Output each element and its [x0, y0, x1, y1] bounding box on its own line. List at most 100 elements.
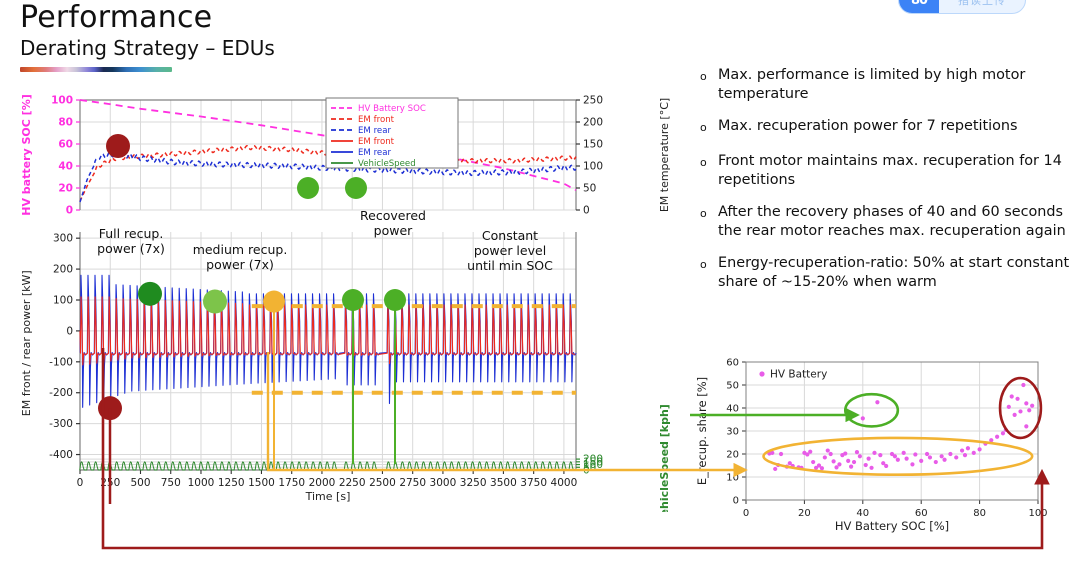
svg-text:EM front: EM front [358, 115, 395, 125]
svg-text:1500: 1500 [248, 477, 275, 489]
timeseries-svg: 020406080100050100150200250HV battery SO… [20, 94, 671, 512]
marker-green-temp-1 [297, 177, 319, 199]
svg-text:1250: 1250 [218, 477, 245, 489]
svg-text:60: 60 [58, 139, 73, 151]
list-item: o Energy-recuperation-ratio: 50% at star… [700, 254, 1072, 291]
svg-text:100: 100 [53, 295, 73, 307]
bullet-marker-icon: o [700, 258, 707, 271]
watermark-badge[interactable]: 80 指读上传 [898, 0, 1026, 14]
svg-text:HV Battery SOC: HV Battery SOC [358, 104, 426, 114]
svg-text:Constant: Constant [482, 228, 538, 243]
bullet-text: Energy-recuperation-ratio: 50% at start … [718, 255, 1070, 290]
svg-text:20: 20 [58, 183, 73, 195]
svg-text:-200: -200 [49, 387, 73, 399]
svg-text:power level: power level [474, 243, 546, 258]
watermark-label: 指读上传 [958, 0, 1006, 7]
svg-text:-300: -300 [49, 418, 73, 430]
svg-text:2000: 2000 [309, 477, 336, 489]
svg-text:power (7x): power (7x) [206, 257, 274, 272]
svg-text:EM temperature [°C]: EM temperature [°C] [658, 98, 671, 212]
svg-text:power: power [374, 223, 413, 238]
bullet-marker-icon: o [700, 156, 707, 169]
svg-text:until min SOC: until min SOC [467, 258, 553, 273]
svg-text:E_recup. share [%]: E_recup. share [%] [695, 377, 709, 485]
svg-text:0: 0 [583, 205, 590, 217]
list-item: o After the recovery phases of 40 and 60… [700, 203, 1072, 240]
scatter-points [767, 382, 1035, 472]
svg-text:EM front / rear power [kW]: EM front / rear power [kW] [20, 270, 33, 416]
svg-text:200: 200 [53, 264, 73, 276]
watermark-logo: 80 [899, 0, 939, 13]
svg-text:VehicleSpeed [kph]: VehicleSpeed [kph] [658, 404, 671, 512]
svg-text:power (7x): power (7x) [97, 241, 165, 256]
svg-text:VehicleSpeed: VehicleSpeed [358, 159, 416, 169]
bullet-marker-icon: o [700, 121, 707, 134]
page-subtitle: Derating Strategy – EDUs [20, 35, 275, 60]
list-item: o Max. performance is limited by high mo… [700, 66, 1072, 103]
bullet-list: o Max. performance is limited by high mo… [700, 66, 1072, 305]
svg-text:medium recup.: medium recup. [193, 242, 288, 257]
svg-text:750: 750 [161, 477, 181, 489]
svg-text:0: 0 [66, 325, 73, 337]
marker-green-light-power [203, 289, 227, 314]
svg-text:500: 500 [130, 477, 150, 489]
svg-text:1750: 1750 [278, 477, 305, 489]
svg-text:-100: -100 [49, 356, 73, 368]
svg-text:20: 20 [798, 508, 811, 519]
slide-header: Performance Derating Strategy – EDUs [20, 2, 660, 72]
svg-text:HV battery SOC [%]: HV battery SOC [%] [20, 94, 33, 216]
page-title: Performance [20, 0, 213, 35]
svg-text:2500: 2500 [369, 477, 396, 489]
marker-green-dark-power [138, 281, 162, 306]
svg-text:100: 100 [1028, 508, 1047, 519]
bullet-text: Front motor maintains max. recuperation … [718, 153, 1062, 188]
svg-text:10: 10 [726, 473, 739, 484]
svg-text:-400: -400 [49, 449, 73, 461]
svg-text:Full recup.: Full recup. [99, 226, 164, 241]
svg-text:0: 0 [733, 496, 739, 507]
svg-text:HV Battery SOC [%]: HV Battery SOC [%] [835, 519, 949, 533]
svg-text:1000: 1000 [188, 477, 215, 489]
svg-text:200: 200 [583, 454, 603, 466]
svg-text:Time [s]: Time [s] [305, 490, 351, 503]
svg-text:50: 50 [583, 183, 596, 195]
svg-text:0: 0 [77, 477, 84, 489]
marker-green-temp-2 [345, 177, 367, 199]
svg-text:50: 50 [726, 381, 739, 392]
svg-text:4000: 4000 [551, 477, 578, 489]
bullet-text: After the recovery phases of 40 and 60 s… [718, 204, 1066, 239]
highlight-ellipse-0 [762, 436, 1034, 477]
svg-text:100: 100 [51, 95, 73, 107]
svg-text:100: 100 [583, 161, 603, 173]
svg-text:EM rear: EM rear [358, 148, 391, 158]
svg-text:20: 20 [726, 450, 739, 461]
svg-text:2750: 2750 [399, 477, 426, 489]
title-underline-gradient [20, 66, 172, 72]
svg-text:Recovered: Recovered [360, 208, 426, 223]
recup-share-figure: 0 20 40 60 80 100 0 10 20 30 40 50 60 HV Battery SOC … [690, 348, 1080, 558]
list-item: o Front motor maintains max. recuperatio… [700, 152, 1072, 189]
scatter-legend-dot [759, 371, 765, 377]
list-item: o Max. recuperation power for 7 repetiti… [700, 117, 1072, 138]
svg-text:300: 300 [53, 233, 73, 245]
highlight-ellipse-1 [843, 392, 900, 428]
svg-text:3500: 3500 [490, 477, 517, 489]
svg-text:60: 60 [726, 358, 739, 369]
svg-text:30: 30 [726, 427, 739, 438]
svg-text:EM rear: EM rear [358, 126, 391, 136]
svg-text:40: 40 [58, 161, 73, 173]
svg-text:HV Battery: HV Battery [770, 369, 827, 381]
recup-share-svg: 0 20 40 60 80 1000102030405060HV Battery SOC … [695, 358, 1048, 534]
svg-text:0: 0 [743, 508, 749, 519]
bullet-text: Max. performance is limited by high moto… [718, 67, 1026, 102]
svg-text:80: 80 [58, 117, 73, 129]
svg-text:0: 0 [66, 205, 73, 217]
bullet-marker-icon: o [700, 70, 707, 83]
svg-text:3250: 3250 [460, 477, 487, 489]
svg-text:80: 80 [973, 508, 986, 519]
timeseries-figure: 0 20 40 60 80 100 0 50 100 150 200 250 HV battery SO… [8, 92, 688, 512]
svg-text:3000: 3000 [430, 477, 457, 489]
svg-text:250: 250 [583, 95, 603, 107]
svg-text:200: 200 [583, 117, 603, 129]
svg-text:2250: 2250 [339, 477, 366, 489]
